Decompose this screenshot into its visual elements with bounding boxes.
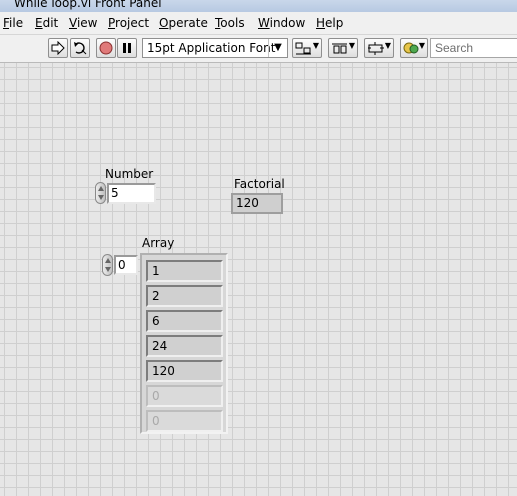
array-element-empty: 0 [146,385,223,407]
abort-button[interactable] [96,38,116,58]
array-element: 1 [146,260,223,282]
font-selector-value: 15pt Application Font [147,41,276,55]
dropdown-arrow-icon: ▼ [348,41,355,50]
dropdown-arrow-icon: ▼ [418,41,425,50]
menu-help[interactable]: Help [316,16,343,30]
arrow-up-icon [105,258,111,263]
search-input[interactable] [431,40,517,56]
factorial-label: Factorial [234,177,285,191]
resize-objects-icon [368,42,384,55]
menu-file[interactable]: File [3,16,23,30]
number-control[interactable]: 5 [107,183,156,204]
menu-window[interactable]: Window [258,16,305,30]
array-indicator: 1 2 6 24 120 0 0 [140,253,228,434]
array-element: 24 [146,335,223,357]
arrow-down-icon [105,267,111,272]
pause-icon [123,43,131,53]
array-index-value: 0 [118,258,126,272]
array-element: 120 [146,360,223,382]
number-increment-stepper[interactable] [95,182,106,204]
array-label: Array [142,236,175,250]
array-element: 6 [146,310,223,332]
arrow-down-icon [98,195,104,200]
abort-icon [99,41,113,55]
reorder-dropdown[interactable]: ▼ [400,38,428,58]
search-box[interactable] [430,38,517,58]
distribute-objects-icon [332,43,347,54]
array-index-control[interactable]: 0 [114,255,138,275]
factorial-indicator: 120 [231,193,283,214]
number-value: 5 [111,186,119,200]
dropdown-arrow-icon: ▼ [384,41,391,50]
align-objects-dropdown[interactable]: ▼ [292,38,322,58]
distribute-objects-dropdown[interactable]: ▼ [328,38,358,58]
run-button[interactable] [48,38,68,58]
chevron-down-icon: ▼ [268,39,287,57]
dropdown-arrow-icon: ▼ [312,41,319,50]
menu-view[interactable]: View [69,16,97,30]
arrow-up-icon [98,186,104,191]
menu-tools[interactable]: Tools [215,16,245,30]
toolbar: 15pt Application Font ▼ ▼ ▼ ▼ ▼ [0,35,517,63]
menu-operate[interactable]: Operate [159,16,208,30]
menu-edit[interactable]: Edit [35,16,58,30]
align-objects-icon [295,42,311,55]
run-continuously-icon [74,42,87,55]
menu-project[interactable]: Project [108,16,149,30]
factorial-value: 120 [236,196,259,210]
pause-button[interactable] [117,38,137,58]
resize-objects-dropdown[interactable]: ▼ [364,38,394,58]
run-continuously-button[interactable] [70,38,90,58]
window-title: While loop.vi Front Panel [14,0,162,10]
array-index-stepper[interactable] [102,254,113,276]
front-panel: Number 5 Factorial 120 Array 0 1 2 6 24 … [0,63,517,496]
array-element-empty: 0 [146,410,223,432]
menu-bar: File Edit View Project Operate Tools Win… [0,12,517,35]
array-element: 2 [146,285,223,307]
font-selector[interactable]: 15pt Application Font ▼ [142,38,288,58]
number-label: Number [105,167,154,181]
run-arrow-icon [51,41,65,55]
title-bar: While loop.vi Front Panel [0,0,517,12]
